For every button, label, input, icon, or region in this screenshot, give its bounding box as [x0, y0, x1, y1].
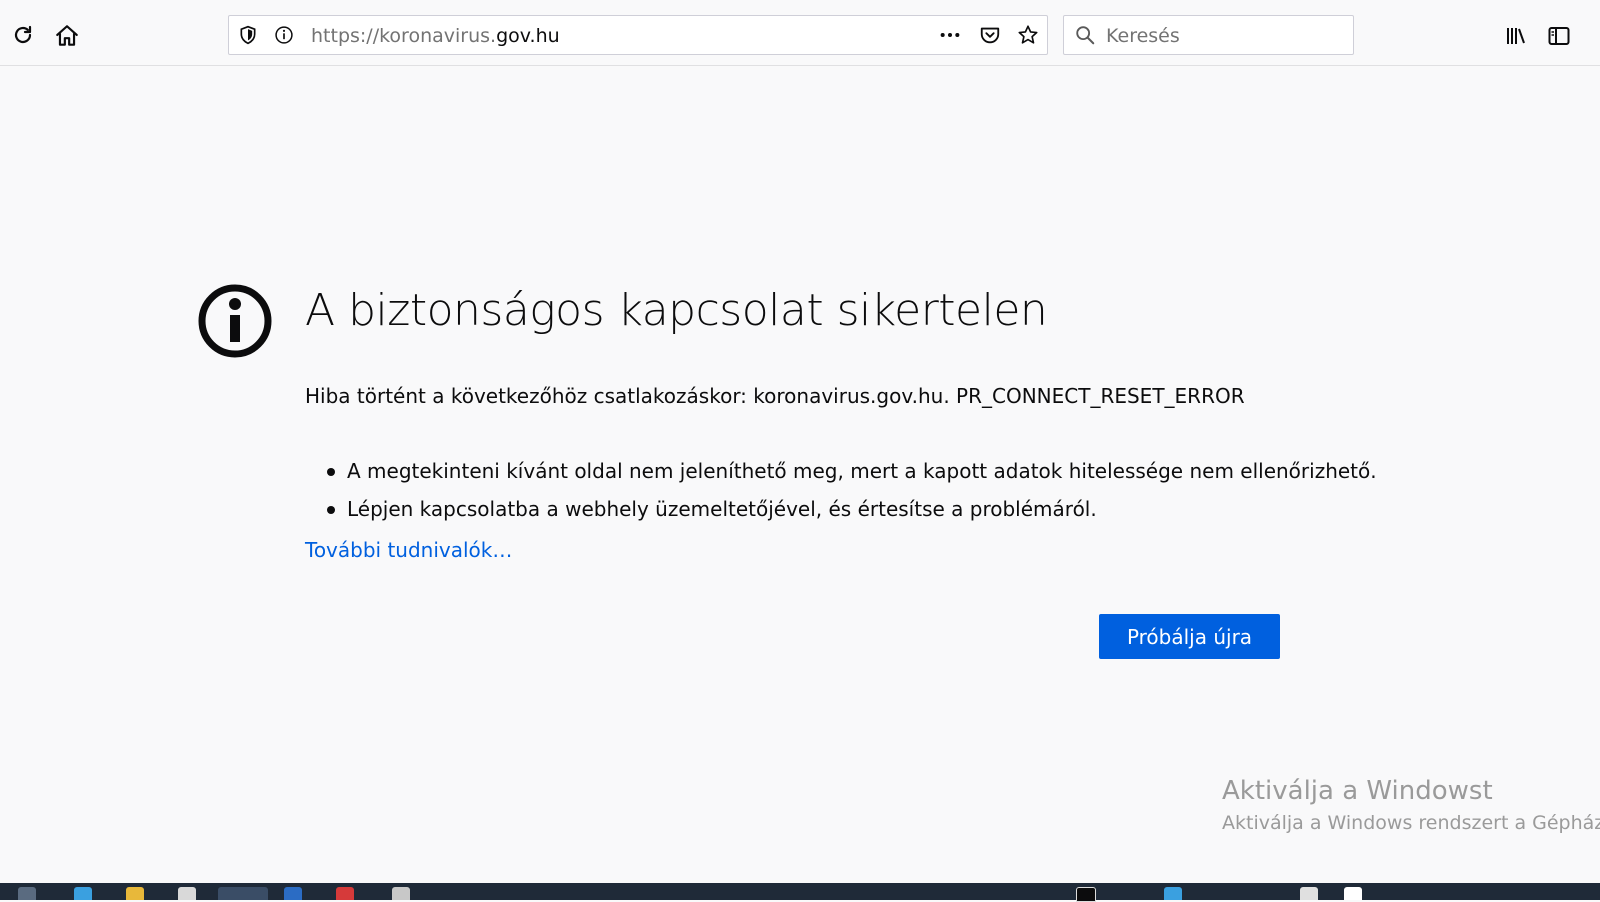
- pocket-icon: [980, 27, 1000, 44]
- taskbar-app[interactable]: [284, 887, 302, 900]
- taskbar-app[interactable]: [392, 887, 410, 900]
- library-button[interactable]: [1500, 20, 1532, 52]
- site-info-button[interactable]: [273, 24, 295, 46]
- taskbar-app[interactable]: [336, 887, 354, 900]
- taskbar-app[interactable]: [74, 887, 92, 900]
- bookmark-star-button[interactable]: [1017, 24, 1039, 46]
- error-description: Hiba történt a következőhöz csatlakozásk…: [305, 384, 1245, 408]
- windows-activation-watermark: Aktiválja a Windowst Aktiválja a Windows…: [1222, 776, 1600, 834]
- library-icon: [1507, 28, 1525, 44]
- info-icon: [275, 26, 293, 44]
- star-icon: [1018, 25, 1038, 44]
- home-icon: [56, 25, 78, 46]
- error-bullet: A megtekinteni kívánt oldal nem jeleníth…: [325, 452, 1377, 490]
- error-bullet: Lépjen kapcsolatba a webhely üzemeltetőj…: [325, 490, 1377, 528]
- url-prefix: https://koronavirus.: [311, 25, 497, 47]
- more-icon: [940, 32, 960, 38]
- taskbar-app[interactable]: [178, 887, 196, 900]
- sidebar-icon: [1548, 27, 1570, 45]
- taskbar-app-active[interactable]: [218, 887, 268, 900]
- address-bar[interactable]: https://koronavirus.gov.hu: [228, 15, 1048, 55]
- watermark-line-2: Aktiválja a Windows rendszert a Gépházba: [1222, 812, 1600, 834]
- error-bullet-list: A megtekinteni kívánt oldal nem jeleníth…: [325, 452, 1377, 528]
- taskbar-app[interactable]: [126, 887, 144, 900]
- reload-button[interactable]: [7, 20, 39, 52]
- windows-taskbar: [0, 883, 1600, 902]
- tray-icon[interactable]: [1344, 887, 1362, 900]
- page-actions-button[interactable]: [939, 24, 961, 46]
- learn-more-link[interactable]: További tudnivalók…: [305, 538, 512, 562]
- search-icon: [1076, 26, 1095, 45]
- sidebar-button[interactable]: [1543, 20, 1575, 52]
- search-box[interactable]: Keresés: [1063, 15, 1354, 55]
- home-button[interactable]: [51, 20, 83, 52]
- tray-icon[interactable]: [1164, 887, 1182, 900]
- error-info-icon: [198, 284, 272, 358]
- start-button[interactable]: [18, 887, 36, 900]
- reload-icon: [14, 25, 32, 44]
- pocket-button[interactable]: [979, 24, 1001, 46]
- url-text[interactable]: https://koronavirus.gov.hu: [311, 25, 560, 47]
- search-placeholder: Keresés: [1106, 25, 1180, 47]
- watermark-line-1: Aktiválja a Windowst: [1222, 776, 1493, 806]
- tray-icon[interactable]: [1300, 887, 1318, 900]
- shield-icon: [240, 25, 256, 45]
- tracking-protection-button[interactable]: [237, 24, 259, 46]
- browser-toolbar: https://koronavirus.gov.hu Keresés: [0, 0, 1600, 66]
- try-again-button[interactable]: Próbálja újra: [1099, 614, 1280, 659]
- url-domain: gov.hu: [496, 25, 560, 47]
- error-title: A biztonságos kapcsolat sikertelen: [305, 285, 1048, 336]
